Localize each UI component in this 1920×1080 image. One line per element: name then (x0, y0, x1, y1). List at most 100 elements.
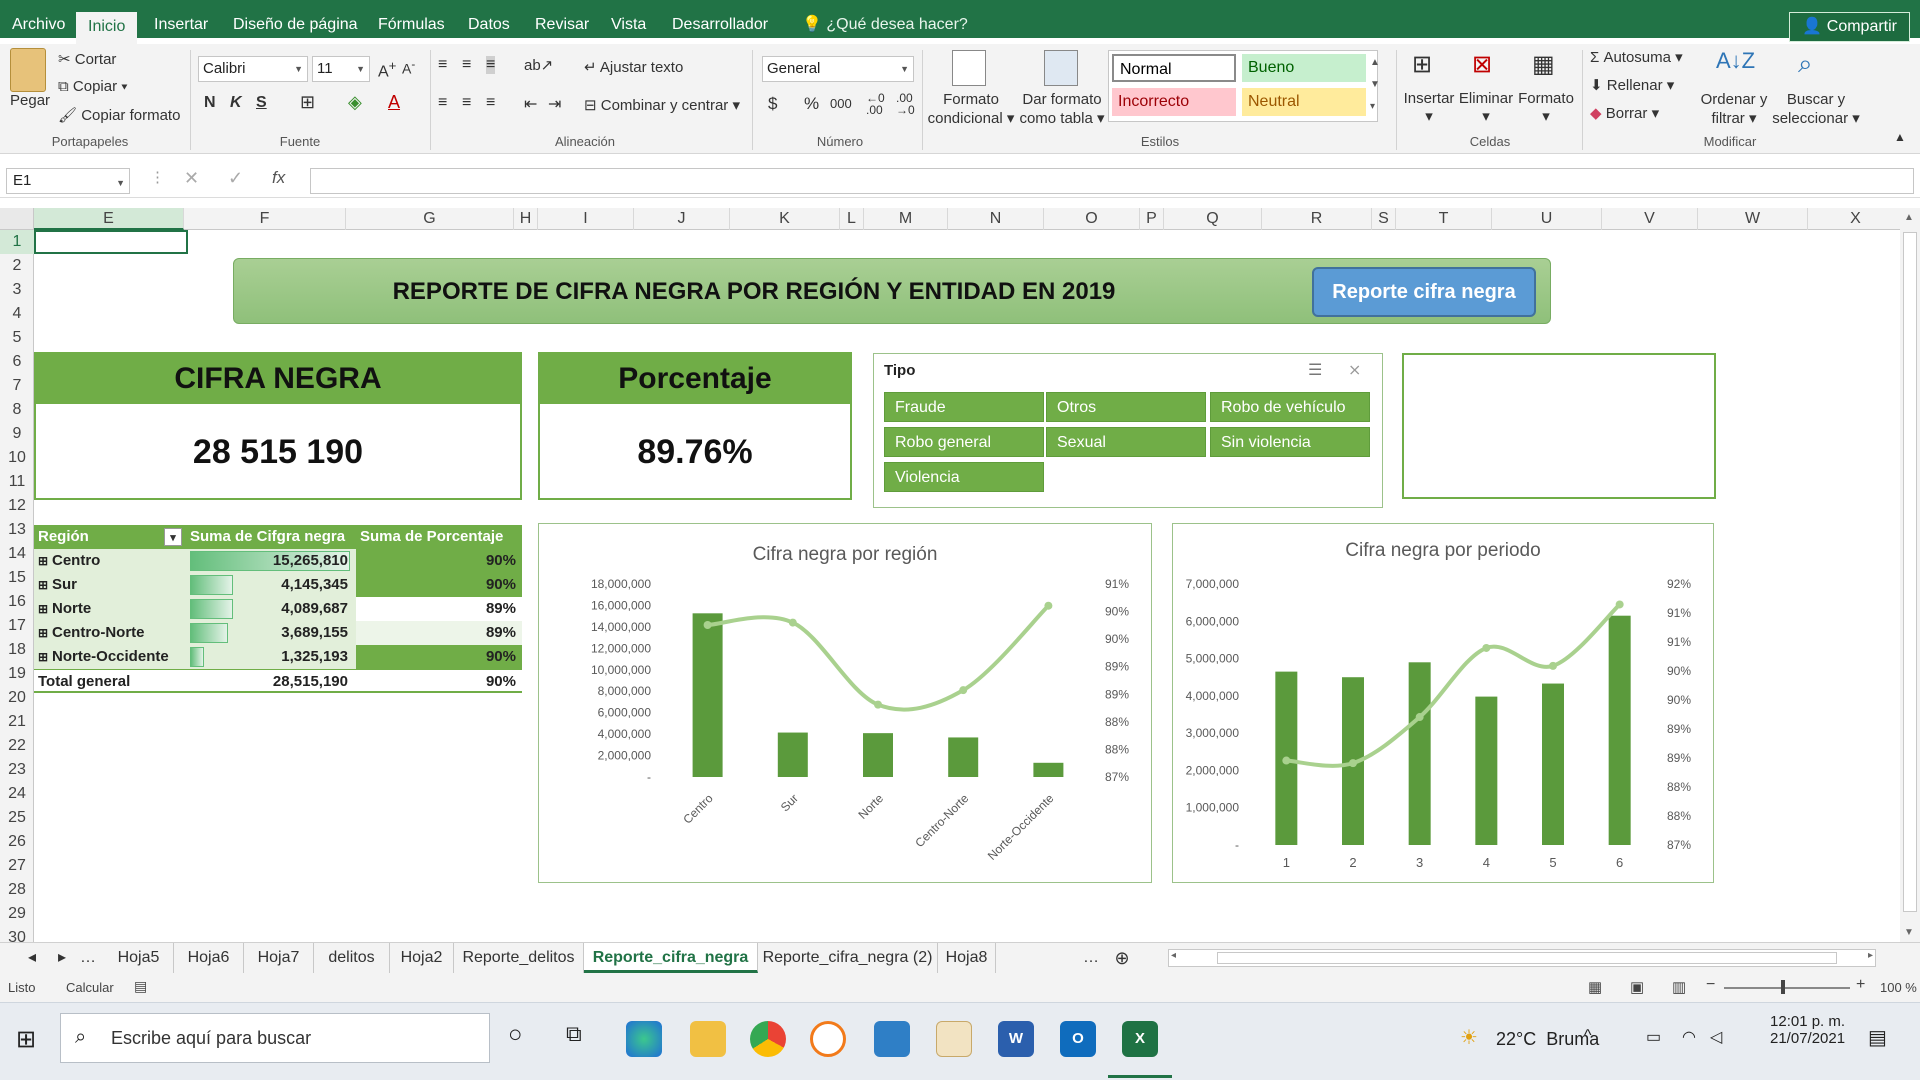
align-bottom-icon[interactable]: ≡ (486, 56, 496, 74)
tab-datos[interactable]: Datos (456, 0, 522, 38)
insert-function-icon[interactable]: fx (272, 168, 285, 188)
merge-center-button[interactable]: ⊟ Combinar y centrar ▾ (584, 96, 740, 114)
row-header[interactable]: 27 (0, 854, 34, 878)
tab-desarrollador[interactable]: Desarrollador (660, 0, 780, 38)
sheet-tab[interactable]: Reporte_cifra_negra (584, 943, 758, 973)
row-header[interactable]: 17 (0, 614, 34, 638)
column-header[interactable]: M (864, 208, 948, 230)
select-all-corner[interactable] (0, 208, 34, 230)
percent-button[interactable]: % (804, 94, 819, 114)
copy-button[interactable]: ⧉ Copiar ▾ (58, 78, 128, 95)
sort-filter-button[interactable]: Ordenar y filtrar ▾ (1694, 90, 1774, 128)
macro-record-icon[interactable]: ▤ (134, 978, 147, 995)
column-header[interactable]: J (634, 208, 730, 230)
column-header[interactable]: E (34, 208, 184, 230)
vertical-scroll-thumb[interactable] (1903, 232, 1917, 912)
tab-diseno-pagina[interactable]: Diseño de página (221, 0, 370, 38)
column-header[interactable]: F (184, 208, 346, 230)
edge-icon[interactable] (626, 1021, 662, 1057)
increase-decimal-icon[interactable]: ←0.00 (866, 92, 885, 116)
slicer-item-robo-vehiculo[interactable]: Robo de vehículo (1210, 392, 1370, 422)
row-header[interactable]: 21 (0, 710, 34, 734)
font-name-select[interactable]: Calibri ▼ (198, 56, 308, 82)
pivot-row[interactable]: ⊞ Norte-Occidente 1,325,193 90% (34, 645, 522, 669)
insert-cells-icon[interactable]: ⊞ (1412, 50, 1432, 79)
tab-more-left[interactable]: … (76, 943, 100, 973)
fill-button[interactable]: ⬇ Rellenar ▾ (1590, 76, 1674, 94)
row-header[interactable]: 12 (0, 494, 34, 518)
row-header[interactable]: 15 (0, 566, 34, 590)
column-header[interactable]: K (730, 208, 840, 230)
vertical-scrollbar[interactable]: ▲ ▼ (1900, 208, 1920, 942)
sheet-tab[interactable]: Hoja6 (174, 943, 244, 973)
comma-style-button[interactable]: 000 (830, 96, 852, 111)
tab-vista[interactable]: Vista (599, 0, 658, 38)
zoom-out-icon[interactable]: − (1706, 976, 1715, 994)
collapse-ribbon-icon[interactable]: ▲ (1894, 130, 1906, 144)
column-header[interactable]: I (538, 208, 634, 230)
row-header[interactable]: 14 (0, 542, 34, 566)
share-button[interactable]: 👤 Compartir (1789, 12, 1910, 42)
font-color-icon[interactable]: A (388, 92, 400, 113)
column-header[interactable]: X (1808, 208, 1904, 230)
row-header[interactable]: 22 (0, 734, 34, 758)
clear-filter-icon[interactable]: ⨯ (1348, 360, 1361, 380)
column-header[interactable]: R (1262, 208, 1372, 230)
outlook-icon[interactable]: O (1060, 1021, 1096, 1057)
style-bueno[interactable]: Bueno (1242, 54, 1366, 82)
horizontal-scrollbar[interactable]: ◂ ▸ (1168, 949, 1876, 967)
column-header[interactable]: V (1602, 208, 1698, 230)
gallery-scroll-icon[interactable]: ▲ ▼ ▾ (1370, 52, 1380, 118)
align-center-icon[interactable]: ≡ (462, 94, 471, 112)
align-middle-icon[interactable]: ≡ (462, 56, 471, 74)
file-explorer-icon[interactable] (690, 1021, 726, 1057)
autosum-button[interactable]: Σ Autosuma ▾ (1590, 48, 1683, 66)
bold-button[interactable]: N (204, 94, 216, 112)
style-neutral[interactable]: Neutral (1242, 88, 1366, 116)
align-left-icon[interactable]: ≡ (438, 94, 447, 112)
taskbar-search[interactable]: ⌕ Escribe aquí para buscar (60, 1013, 490, 1063)
row-header[interactable]: 25 (0, 806, 34, 830)
zoom-in-icon[interactable]: + (1856, 976, 1865, 994)
column-header[interactable]: O (1044, 208, 1140, 230)
pivot-row[interactable]: ⊞ Norte 4,089,687 89% (34, 597, 522, 621)
chart-cifra-periodo[interactable]: Cifra negra por periodo - 1,000,000 2,000,0… (1172, 523, 1714, 883)
zoom-slider[interactable] (1724, 987, 1850, 989)
page-break-view-icon[interactable]: ▥ (1672, 978, 1686, 996)
align-top-icon[interactable]: ≡ (438, 56, 447, 74)
row-header[interactable]: 7 (0, 374, 34, 398)
enter-icon[interactable]: ✓ (228, 168, 243, 189)
row-header[interactable]: 5 (0, 326, 34, 350)
grow-font-icon[interactable]: A+ (378, 58, 396, 81)
cut-button[interactable]: ✂ Cortar (58, 50, 116, 68)
column-header[interactable]: Q (1164, 208, 1262, 230)
report-button[interactable]: Reporte cifra negra (1312, 267, 1536, 317)
active-cell-e1[interactable] (34, 230, 188, 254)
increase-indent-icon[interactable]: ⇥ (548, 94, 561, 114)
delete-cells-icon[interactable]: ⊠ (1472, 50, 1492, 79)
slicer-item-sexual[interactable]: Sexual (1046, 427, 1206, 457)
expand-icon[interactable]: ⊞ (38, 573, 48, 597)
battery-icon[interactable]: ▭ (1646, 1027, 1661, 1047)
tab-inicio[interactable]: Inicio (76, 12, 138, 44)
tab-more-right[interactable]: … (1076, 943, 1106, 973)
column-header[interactable]: P (1140, 208, 1164, 230)
tell-me-search[interactable]: 💡 ¿Qué desea hacer? (790, 0, 980, 38)
row-header[interactable]: 29 (0, 902, 34, 926)
column-header[interactable]: T (1396, 208, 1492, 230)
clear-button[interactable]: ◆ Borrar ▾ (1590, 104, 1659, 122)
expand-icon[interactable]: ⊞ (38, 621, 48, 645)
slicer-item-fraude[interactable]: Fraude (884, 392, 1044, 422)
column-header[interactable]: N (948, 208, 1044, 230)
horizontal-scroll-thumb[interactable] (1217, 952, 1837, 964)
expand-icon[interactable]: ⊞ (38, 597, 48, 621)
slicer-item-violencia[interactable]: Violencia (884, 462, 1044, 492)
pivot-row[interactable]: ⊞ Centro 15,265,810 90% (34, 549, 522, 573)
zoom-level[interactable]: 100 % (1880, 980, 1917, 995)
tab-archivo[interactable]: Archivo (0, 0, 77, 38)
row-header[interactable]: 18 (0, 638, 34, 662)
wrap-text-button[interactable]: ↵ Ajustar texto (584, 58, 683, 76)
paste-button[interactable]: Pegar (10, 92, 50, 109)
expand-icon[interactable]: ⊞ (38, 549, 48, 573)
sheet-tab[interactable]: Hoja5 (104, 943, 174, 973)
